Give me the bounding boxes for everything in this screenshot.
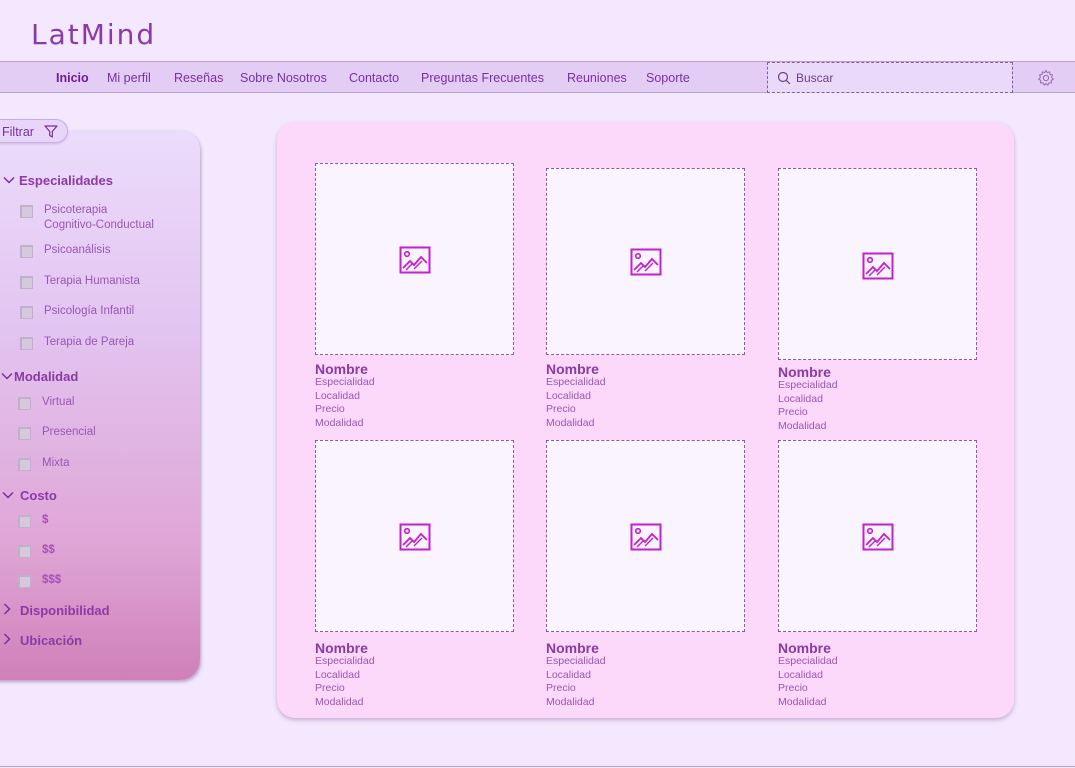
card-modality: Modalidad xyxy=(315,417,364,429)
nav-item-preguntas-frecuentes[interactable]: Preguntas Frecuentes xyxy=(421,71,544,85)
option-costo-1: $ xyxy=(42,514,49,526)
card-price: Precio xyxy=(778,682,808,694)
top-navbar: Inicio Mi perfil Reseñas Sobre Nosotros … xyxy=(0,61,1075,93)
chevron-down-icon[interactable] xyxy=(2,489,14,501)
section-especialidades[interactable]: Especialidades xyxy=(19,173,113,188)
checkbox-terapia-humanista[interactable] xyxy=(20,276,33,289)
filter-label: Filtrar xyxy=(2,125,34,139)
nav-item-resenas[interactable]: Reseñas xyxy=(174,71,223,85)
section-disponibilidad[interactable]: Disponibilidad xyxy=(20,603,110,618)
card-price: Precio xyxy=(315,682,345,694)
card-location: Localidad xyxy=(778,393,823,405)
nav-item-inicio[interactable]: Inicio xyxy=(56,71,89,85)
section-modalidad[interactable]: Modalidad xyxy=(14,369,78,384)
card-specialty: Especialidad xyxy=(546,376,606,388)
card-price: Precio xyxy=(546,403,576,415)
card-name[interactable]: Nombre xyxy=(778,364,831,380)
checkbox-psicoanalisis[interactable] xyxy=(20,245,33,258)
card-name[interactable]: Nombre xyxy=(546,640,599,656)
nav-item-reuniones[interactable]: Reuniones xyxy=(567,71,627,85)
checkbox-virtual[interactable] xyxy=(18,397,31,410)
option-presencial: Presencial xyxy=(42,426,96,438)
checkbox-psicoterapia[interactable] xyxy=(20,205,33,218)
card-location: Localidad xyxy=(778,669,823,681)
option-terapia-de-pareja: Terapia de Pareja xyxy=(44,336,135,348)
checkbox-costo-3[interactable] xyxy=(18,575,31,588)
checkbox-psicologia-infantil[interactable] xyxy=(20,306,33,319)
search-icon xyxy=(777,71,791,85)
card-price: Precio xyxy=(546,682,576,694)
card-image[interactable] xyxy=(778,440,977,632)
card-modality: Modalidad xyxy=(546,417,595,429)
section-costo[interactable]: Costo xyxy=(20,488,57,503)
chevron-down-icon[interactable] xyxy=(1,370,13,382)
option-psicologia-infantil: Psicología Infantil xyxy=(44,305,135,317)
option-costo-2: $$ xyxy=(42,544,55,556)
chevron-down-icon[interactable] xyxy=(3,174,15,186)
option-virtual: Virtual xyxy=(42,396,75,408)
card-specialty: Especialidad xyxy=(778,655,838,667)
card-modality: Modalidad xyxy=(778,696,827,708)
checkbox-terapia-de-pareja[interactable] xyxy=(20,337,33,350)
card-specialty: Especialidad xyxy=(546,655,606,667)
image-placeholder-icon xyxy=(630,523,662,551)
card-modality: Modalidad xyxy=(315,696,364,708)
card-name[interactable]: Nombre xyxy=(778,640,831,656)
card-modality: Modalidad xyxy=(778,420,827,432)
card-image[interactable] xyxy=(546,440,745,632)
nav-item-soporte[interactable]: Soporte xyxy=(646,71,690,85)
card-image[interactable] xyxy=(315,163,514,355)
image-placeholder-icon xyxy=(399,246,431,274)
card-specialty: Especialidad xyxy=(315,376,375,388)
section-ubicacion[interactable]: Ubicación xyxy=(20,633,82,648)
checkbox-costo-2[interactable] xyxy=(18,545,31,558)
search-box[interactable] xyxy=(767,62,1013,93)
card-specialty: Especialidad xyxy=(315,655,375,667)
card-location: Localidad xyxy=(315,390,360,402)
card-modality: Modalidad xyxy=(546,696,595,708)
card-specialty: Especialidad xyxy=(778,379,838,391)
search-input[interactable] xyxy=(796,70,996,86)
card-location: Localidad xyxy=(315,669,360,681)
footer-divider xyxy=(0,766,1075,767)
card-image[interactable] xyxy=(546,168,745,355)
option-mixta: Mixta xyxy=(42,457,70,469)
image-placeholder-icon xyxy=(630,248,662,276)
card-price: Precio xyxy=(315,403,345,415)
card-location: Localidad xyxy=(546,669,591,681)
app-logo[interactable]: LatMind xyxy=(31,18,156,51)
card-name[interactable]: Nombre xyxy=(546,361,599,377)
checkbox-costo-1[interactable] xyxy=(18,515,31,528)
gear-icon[interactable] xyxy=(1037,69,1055,87)
option-costo-3: $$$ xyxy=(42,574,62,586)
card-location: Localidad xyxy=(546,390,591,402)
option-terapia-humanista: Terapia Humanista xyxy=(44,275,140,287)
checkbox-presencial[interactable] xyxy=(18,427,31,440)
option-psicoanalisis: Psicoanálisis xyxy=(44,244,111,256)
image-placeholder-icon xyxy=(862,523,894,551)
card-name[interactable]: Nombre xyxy=(315,640,368,656)
filter-toggle-button[interactable]: Filtrar xyxy=(0,119,68,143)
nav-item-sobre-nosotros[interactable]: Sobre Nosotros xyxy=(240,71,327,85)
card-name[interactable]: Nombre xyxy=(315,361,368,377)
card-image[interactable] xyxy=(315,440,514,632)
nav-item-mi-perfil[interactable]: Mi perfil xyxy=(107,71,151,85)
option-psicoterapia: Psicoterapia Cognitivo-Conductual xyxy=(44,204,154,231)
chevron-right-icon[interactable] xyxy=(1,603,13,615)
checkbox-mixta[interactable] xyxy=(18,458,31,471)
filter-icon xyxy=(44,125,58,138)
chevron-right-icon[interactable] xyxy=(1,633,13,645)
card-image[interactable] xyxy=(778,168,977,360)
nav-item-contacto[interactable]: Contacto xyxy=(349,71,399,85)
image-placeholder-icon xyxy=(862,252,894,280)
image-placeholder-icon xyxy=(399,523,431,551)
card-price: Precio xyxy=(778,406,808,418)
